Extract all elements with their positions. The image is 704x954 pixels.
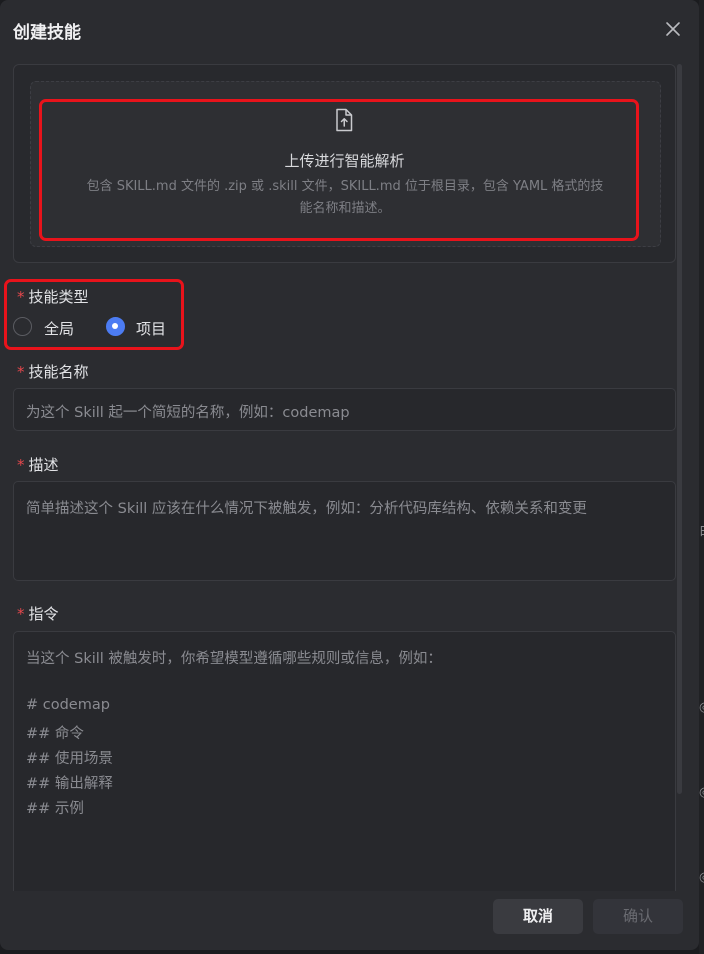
background-panel [699, 0, 704, 954]
instruction-placeholder-line: ## 输出解释 [26, 776, 113, 792]
background-glyph: ◎ [699, 785, 704, 800]
close-icon[interactable] [660, 16, 686, 42]
upload-description: 包含 SKILL.md 文件的 .zip 或 .skill 文件，SKILL.m… [86, 179, 604, 216]
cancel-button[interactable]: 取消 [493, 899, 583, 934]
description-label: * 描述 [17, 456, 59, 474]
instruction-placeholder-line: ## 命令 [26, 726, 84, 742]
dialog-title: 创建技能 [13, 23, 81, 43]
description-textarea[interactable]: 简单描述这个 Skill 应该在什么情况下被触发，例如：分析代码库结构、依赖关系… [13, 481, 676, 581]
file-upload-icon [336, 108, 353, 132]
description-placeholder: 简单描述这个 Skill 应该在什么情况下被触发，例如：分析代码库结构、依赖关系… [26, 501, 587, 517]
radio-global[interactable] [13, 317, 32, 336]
background-glyph: ◎ [699, 870, 704, 885]
scrollbar[interactable] [677, 64, 682, 794]
instruction-label: * 指令 [17, 605, 59, 623]
instruction-placeholder-line: ## 示例 [26, 801, 84, 817]
instruction-placeholder-line: ## 使用场景 [26, 751, 113, 767]
instruction-textarea[interactable]: 当这个 Skill 被触发时，你希望模型遵循哪些规则或信息，例如： # code… [13, 631, 676, 891]
create-skill-dialog: 创建技能 上传进行智能解析 包含 SKILL.md 文件的 .zip 或 .sk… [0, 0, 699, 950]
instruction-placeholder-line: # codemap [26, 697, 110, 713]
background-glyph: 白 [699, 520, 704, 539]
upload-title: 上传进行智能解析 [284, 152, 405, 170]
skill-name-input[interactable]: 为这个 Skill 起一个简短的名称，例如：codemap [13, 388, 676, 431]
radio-project[interactable] [106, 317, 125, 336]
radio-project-label[interactable]: 项目 [136, 318, 166, 339]
background-glyph: ◎ [699, 700, 704, 715]
confirm-button[interactable]: 确认 [593, 899, 683, 934]
skill-name-label: * 技能名称 [17, 363, 89, 381]
radio-global-label[interactable]: 全局 [44, 318, 74, 339]
instruction-placeholder-line: 当这个 Skill 被触发时，你希望模型遵循哪些规则或信息，例如： [26, 651, 442, 667]
skill-name-placeholder: 为这个 Skill 起一个简短的名称，例如：codemap [26, 405, 350, 421]
skill-type-label: * 技能类型 [17, 288, 89, 306]
